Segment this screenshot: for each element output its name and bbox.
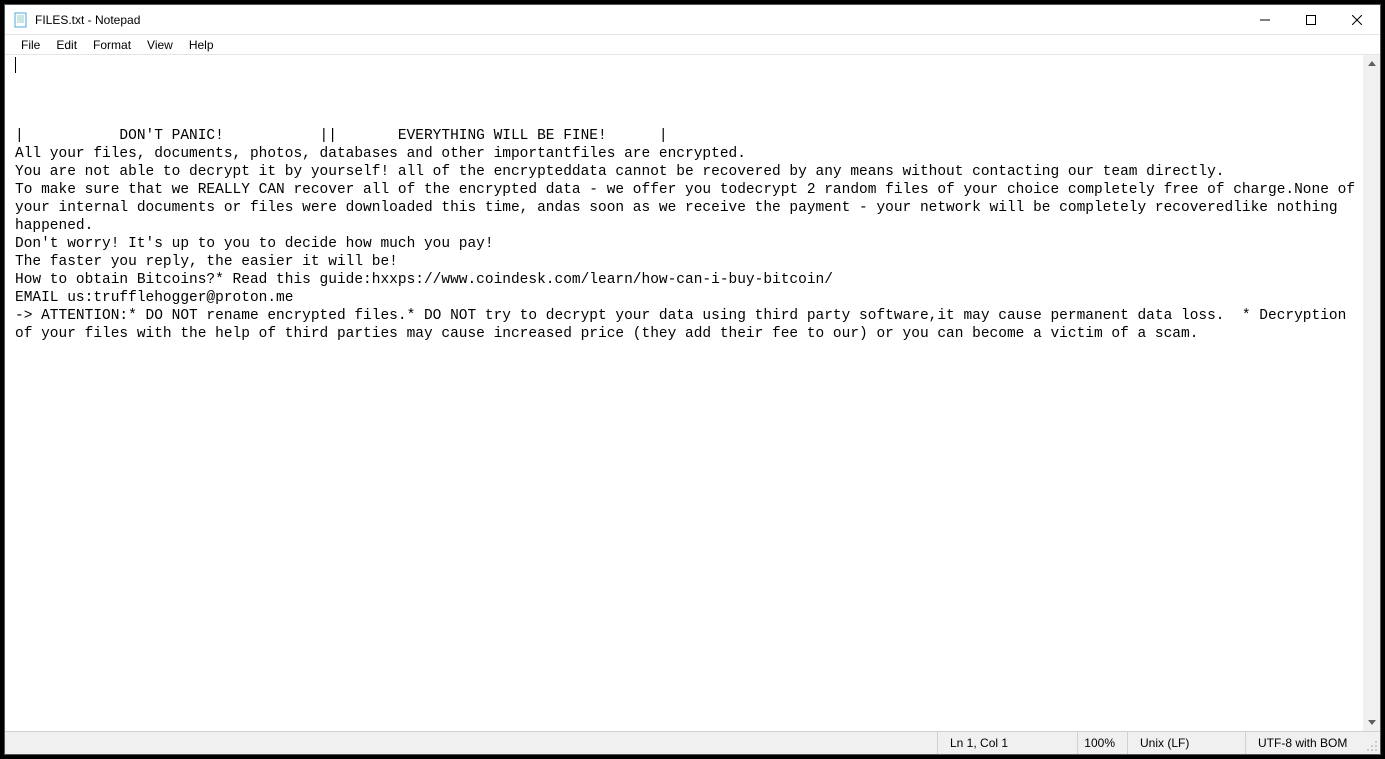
window-title: FILES.txt - Notepad — [35, 13, 1242, 27]
menu-help[interactable]: Help — [181, 36, 222, 54]
text-editor[interactable]: | DON'T PANIC! || EVERYTHING WILL BE FIN… — [5, 55, 1380, 731]
minimize-button[interactable] — [1242, 5, 1288, 34]
menu-edit[interactable]: Edit — [48, 36, 85, 54]
close-button[interactable] — [1334, 5, 1380, 34]
window-controls — [1242, 5, 1380, 34]
status-encoding: UTF-8 with BOM — [1245, 732, 1363, 754]
notepad-icon — [13, 12, 29, 28]
text-caret — [15, 57, 16, 73]
titlebar[interactable]: FILES.txt - Notepad — [5, 5, 1380, 35]
notepad-window: FILES.txt - Notepad File Edit Format Vie… — [4, 4, 1381, 755]
scroll-down-arrow-icon[interactable] — [1363, 714, 1380, 731]
scroll-up-arrow-icon[interactable] — [1363, 55, 1380, 72]
status-line-ending: Unix (LF) — [1127, 732, 1245, 754]
status-cursor-position: Ln 1, Col 1 — [937, 732, 1077, 754]
maximize-button[interactable] — [1288, 5, 1334, 34]
menu-file[interactable]: File — [13, 36, 48, 54]
vertical-scrollbar[interactable] — [1363, 55, 1380, 731]
statusbar: Ln 1, Col 1 100% Unix (LF) UTF-8 with BO… — [5, 731, 1380, 754]
menubar: File Edit Format View Help — [5, 35, 1380, 55]
status-zoom: 100% — [1077, 732, 1127, 754]
menu-format[interactable]: Format — [85, 36, 139, 54]
scrollbar-track-area[interactable] — [1363, 72, 1380, 714]
menu-view[interactable]: View — [139, 36, 181, 54]
document-text[interactable]: | DON'T PANIC! || EVERYTHING WILL BE FIN… — [7, 109, 1378, 343]
resize-grip-icon[interactable] — [1363, 732, 1380, 754]
